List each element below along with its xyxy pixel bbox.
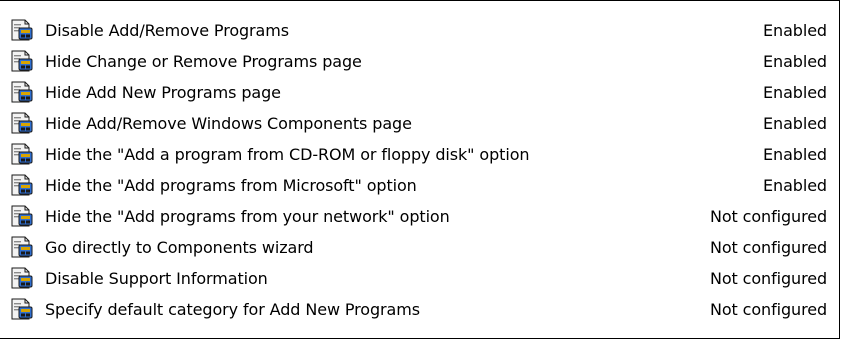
policy-row[interactable]: Specify default category for Add New Pro… xyxy=(10,294,835,325)
policy-row[interactable]: Hide the "Add programs from Microsoft" o… xyxy=(10,170,835,201)
policy-state: Enabled xyxy=(763,145,827,164)
policy-state: Enabled xyxy=(763,21,827,40)
policy-settings-list: Disable Add/Remove Programs Enabled Hide… xyxy=(0,0,840,339)
policy-row[interactable]: Go directly to Components wizard Not con… xyxy=(10,232,835,263)
policy-row[interactable]: Hide the "Add programs from your network… xyxy=(10,201,835,232)
policy-setting-icon xyxy=(10,142,34,166)
policy-state: Enabled xyxy=(763,52,827,71)
policy-row[interactable]: Hide the "Add a program from CD-ROM or f… xyxy=(10,139,835,170)
policy-row[interactable]: Hide Add New Programs page Enabled xyxy=(10,77,835,108)
policy-setting-icon xyxy=(10,204,34,228)
policy-rows: Disable Add/Remove Programs Enabled Hide… xyxy=(10,15,835,325)
policy-name: Hide the "Add a program from CD-ROM or f… xyxy=(45,145,530,164)
policy-state: Enabled xyxy=(763,176,827,195)
policy-name: Specify default category for Add New Pro… xyxy=(45,300,420,319)
policy-name: Disable Support Information xyxy=(45,269,268,288)
policy-name: Hide Add New Programs page xyxy=(45,83,281,102)
policy-setting-icon xyxy=(10,297,34,321)
policy-setting-icon xyxy=(10,266,34,290)
policy-state: Not configured xyxy=(709,238,827,257)
policy-state: Not configured xyxy=(709,269,827,288)
policy-setting-icon xyxy=(10,111,34,135)
policy-name: Hide Add/Remove Windows Components page xyxy=(45,114,412,133)
policy-state: Not configured xyxy=(709,207,827,226)
policy-setting-icon xyxy=(10,18,34,42)
policy-name: Go directly to Components wizard xyxy=(45,238,314,257)
policy-row[interactable]: Disable Support Information Not configur… xyxy=(10,263,835,294)
policy-name: Hide Change or Remove Programs page xyxy=(45,52,362,71)
policy-setting-icon xyxy=(10,173,34,197)
policy-state: Not configured xyxy=(709,300,827,319)
policy-row[interactable]: Disable Add/Remove Programs Enabled xyxy=(10,15,835,46)
policy-name: Hide the "Add programs from your network… xyxy=(45,207,450,226)
policy-setting-icon xyxy=(10,49,34,73)
policy-name: Hide the "Add programs from Microsoft" o… xyxy=(45,176,417,195)
policy-name: Disable Add/Remove Programs xyxy=(45,21,289,40)
policy-row[interactable]: Hide Change or Remove Programs page Enab… xyxy=(10,46,835,77)
policy-row[interactable]: Hide Add/Remove Windows Components page … xyxy=(10,108,835,139)
policy-state: Enabled xyxy=(763,83,827,102)
policy-setting-icon xyxy=(10,235,34,259)
policy-state: Enabled xyxy=(763,114,827,133)
policy-setting-icon xyxy=(10,80,34,104)
